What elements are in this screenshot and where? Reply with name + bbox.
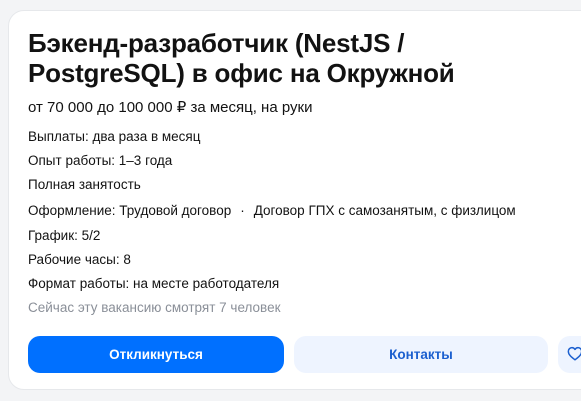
experience: Опыт работы: 1–3 года [28, 153, 173, 168]
schedule: График: 5/2 [28, 228, 101, 243]
apply-button-label: Откликнуться [109, 347, 203, 362]
work-format: Формат работы: на месте работодателя [28, 276, 280, 291]
working-hours: Рабочие часы: 8 [28, 252, 131, 267]
viewers-count: Сейчас эту вакансию смотрят 7 человек [28, 300, 281, 315]
separator-dot: · [240, 203, 245, 218]
apply-button[interactable]: Откликнуться [28, 336, 284, 373]
vacancy-title[interactable]: Бэкенд-разработчик (NestJS / PostgreSQL)… [28, 28, 548, 88]
payments: Выплаты: два раза в месяц [28, 129, 201, 144]
contract-label: Оформление: Трудовой договор [28, 203, 232, 218]
salary: от 70 000 до 100 000 ₽ за месяц, на руки [28, 99, 313, 116]
contacts-button[interactable]: Контакты [294, 336, 548, 373]
contract-alt: Договор ГПХ с самозанятым, с физлицом [253, 203, 516, 218]
contract-type: Оформление: Трудовой договор · Договор ГПХ… [28, 202, 516, 220]
contacts-button-label: Контакты [389, 347, 453, 362]
favorite-button[interactable] [558, 336, 581, 373]
employment: Полная занятость [28, 177, 141, 192]
heart-icon [567, 346, 581, 364]
